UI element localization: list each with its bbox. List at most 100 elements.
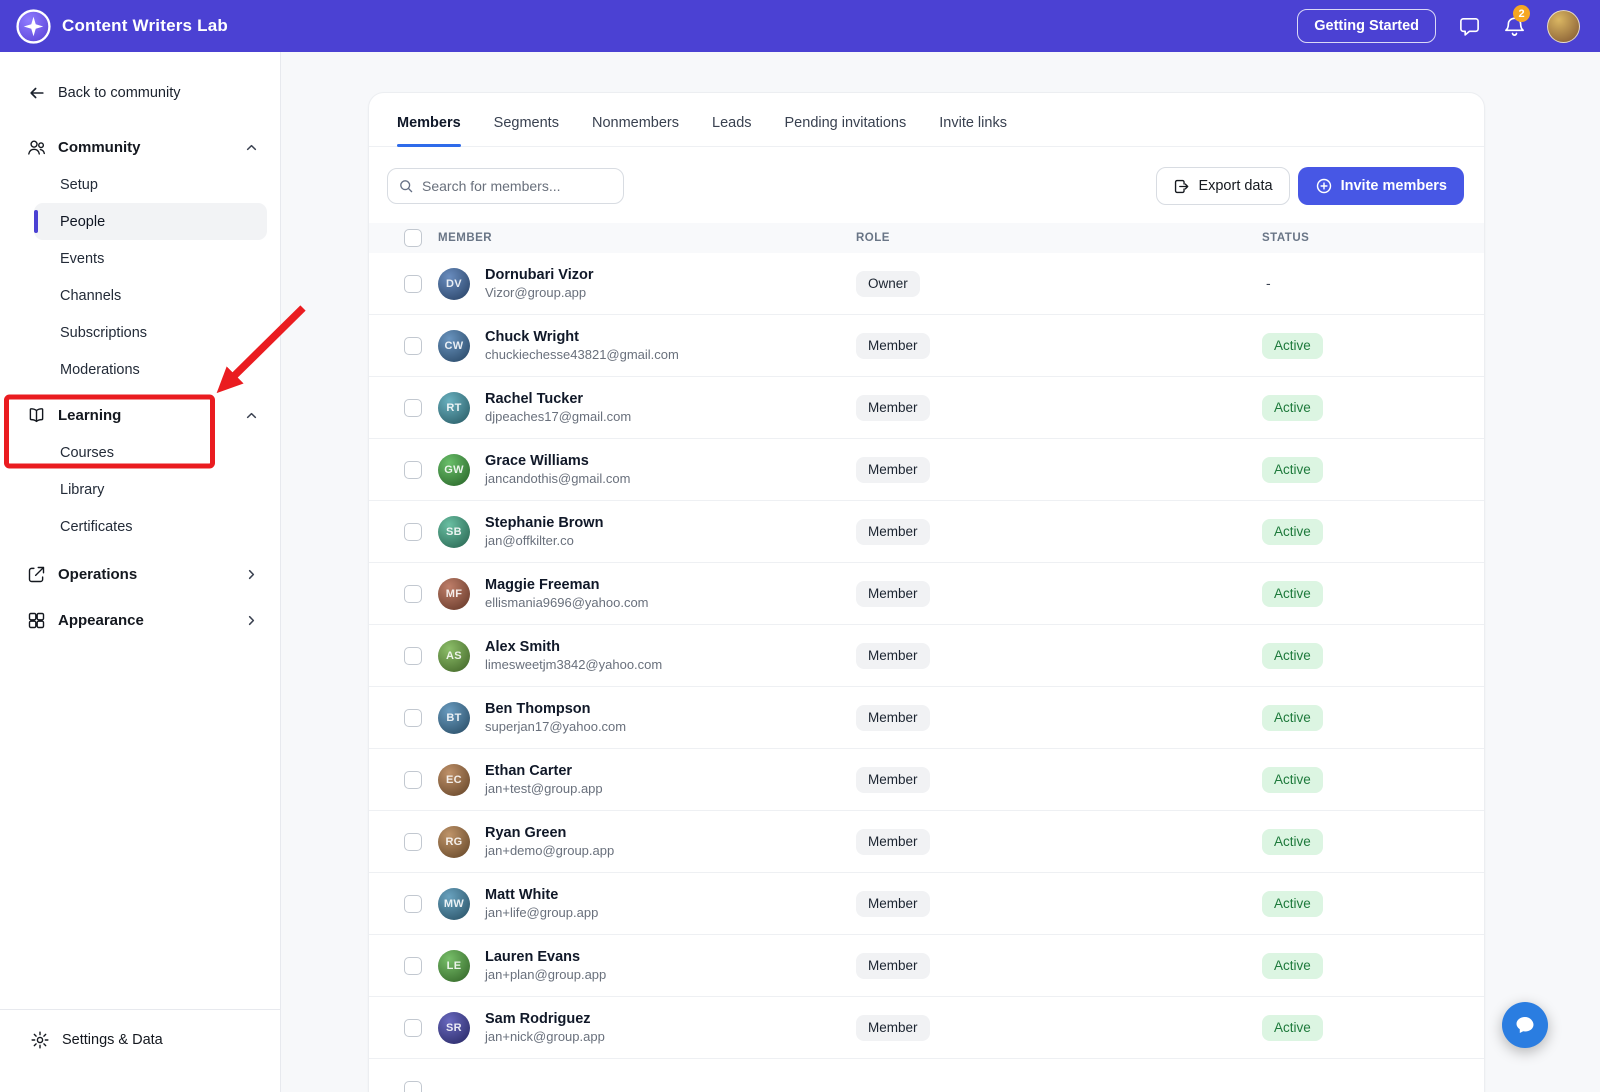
plus-circle-icon — [1315, 177, 1333, 195]
status-badge: Active — [1262, 457, 1323, 483]
toolbar-actions: Export data Invite members — [1156, 167, 1464, 205]
export-label: Export data — [1198, 178, 1272, 194]
tab-invite-links[interactable]: Invite links — [939, 115, 1007, 146]
row-checkbox[interactable] — [404, 585, 422, 603]
sidebar-item-channels[interactable]: Channels — [34, 277, 267, 314]
member-avatar: RT — [438, 392, 470, 424]
member-row: BT Ben Thompson superjan17@yahoo.com Mem… — [369, 687, 1484, 749]
sidebar-section-learning[interactable]: Learning — [0, 396, 280, 434]
member-row: EC Ethan Carter jan+test@group.app Membe… — [369, 749, 1484, 811]
sidebar-item-people[interactable]: People — [34, 203, 267, 240]
community-nav: Setup People Events Channels Subscriptio… — [0, 166, 280, 388]
search-input[interactable] — [387, 168, 624, 204]
export-data-button[interactable]: Export data — [1156, 167, 1289, 205]
getting-started-button[interactable]: Getting Started — [1297, 9, 1436, 43]
member-email: Vizor@group.app — [485, 285, 594, 300]
row-checkbox[interactable] — [404, 337, 422, 355]
tab-segments[interactable]: Segments — [494, 115, 559, 146]
member-name: Ethan Carter — [485, 763, 603, 779]
sidebar-item-subscriptions[interactable]: Subscriptions — [34, 314, 267, 351]
row-checkbox[interactable] — [404, 709, 422, 727]
member-avatar: RG — [438, 826, 470, 858]
member-avatar: LE — [438, 950, 470, 982]
status-badge: - — [1262, 275, 1271, 291]
user-avatar[interactable] — [1547, 10, 1580, 43]
topbar: Content Writers Lab Getting Started 2 — [0, 0, 1600, 52]
invite-members-button[interactable]: Invite members — [1298, 167, 1464, 205]
sidebar-section-community[interactable]: Community — [0, 128, 280, 166]
gear-icon — [30, 1030, 50, 1050]
select-all-checkbox[interactable] — [404, 229, 422, 247]
member-row: SR Sam Rodriguez jan+nick@group.app Memb… — [369, 997, 1484, 1059]
member-email: jan+demo@group.app — [485, 843, 614, 858]
status-badge: Active — [1262, 829, 1323, 855]
community-label: Community — [58, 139, 243, 156]
settings-and-data-link[interactable]: Settings & Data — [30, 1030, 280, 1050]
sidebar-section-appearance[interactable]: Appearance — [0, 599, 280, 641]
row-checkbox[interactable] — [404, 895, 422, 913]
sidebar-item-moderations[interactable]: Moderations — [34, 351, 267, 388]
row-checkbox[interactable] — [404, 957, 422, 975]
back-to-community-link[interactable]: Back to community — [28, 82, 264, 104]
appearance-label: Appearance — [58, 612, 243, 629]
row-checkbox[interactable] — [404, 771, 422, 789]
tab-pending-invitations[interactable]: Pending invitations — [785, 115, 907, 146]
back-label: Back to community — [58, 85, 181, 101]
member-name: Dornubari Vizor — [485, 267, 594, 283]
row-checkbox[interactable] — [404, 1019, 422, 1037]
app-logo-icon[interactable] — [16, 9, 51, 44]
member-email: limesweetjm3842@yahoo.com — [485, 657, 662, 672]
sidebar-item-library[interactable]: Library — [34, 471, 267, 508]
member-name: Stephanie Brown — [485, 515, 603, 531]
tab-members[interactable]: Members — [397, 115, 461, 146]
main-content: Members Segments Nonmembers Leads Pendin… — [281, 52, 1600, 1092]
tab-leads[interactable]: Leads — [712, 115, 752, 146]
row-checkbox[interactable] — [404, 399, 422, 417]
member-avatar: SB — [438, 516, 470, 548]
community-icon — [26, 137, 47, 158]
row-checkbox[interactable] — [404, 1081, 422, 1092]
member-avatar: MW — [438, 888, 470, 920]
appearance-icon — [26, 610, 47, 631]
member-avatar: BT — [438, 702, 470, 734]
role-badge: Member — [856, 767, 930, 793]
member-name: Matt White — [485, 887, 598, 903]
row-checkbox[interactable] — [404, 833, 422, 851]
row-checkbox[interactable] — [404, 275, 422, 293]
member-row: CW Chuck Wright chuckiechesse43821@gmail… — [369, 315, 1484, 377]
row-checkbox[interactable] — [404, 461, 422, 479]
sidebar: Back to community Community Setup People… — [0, 52, 281, 1092]
sidebar-section-operations[interactable]: Operations — [0, 553, 280, 595]
notifications-bell-icon[interactable]: 2 — [1502, 14, 1526, 38]
member-name: Sam Rodriguez — [485, 1011, 605, 1027]
sidebar-item-events[interactable]: Events — [34, 240, 267, 277]
member-email: djpeaches17@gmail.com — [485, 409, 631, 424]
chevron-up-icon — [243, 407, 260, 424]
member-row: GW Grace Williams jancandothis@gmail.com… — [369, 439, 1484, 501]
status-badge: Active — [1262, 1015, 1323, 1041]
member-search — [387, 168, 624, 204]
row-checkbox[interactable] — [404, 647, 422, 665]
status-badge: Active — [1262, 767, 1323, 793]
member-email: jan+nick@group.app — [485, 1029, 605, 1044]
learning-icon — [26, 405, 47, 426]
status-badge: Active — [1262, 333, 1323, 359]
member-avatar: GW — [438, 454, 470, 486]
role-badge: Owner — [856, 271, 920, 297]
member-email: jan+test@group.app — [485, 781, 603, 796]
chat-launcher-button[interactable] — [1502, 1002, 1548, 1048]
member-row: MW Matt White jan+life@group.app Member … — [369, 873, 1484, 935]
member-row: RT Rachel Tucker djpeaches17@gmail.com M… — [369, 377, 1484, 439]
sidebar-item-courses[interactable]: Courses — [34, 434, 267, 471]
messages-icon[interactable] — [1457, 14, 1481, 38]
sidebar-item-setup[interactable]: Setup — [34, 166, 267, 203]
member-row: AS Alex Smith limesweetjm3842@yahoo.com … — [369, 625, 1484, 687]
member-row: MF Maggie Freeman ellismania9696@yahoo.c… — [369, 563, 1484, 625]
tab-nonmembers[interactable]: Nonmembers — [592, 115, 679, 146]
sidebar-item-certificates[interactable]: Certificates — [34, 508, 267, 545]
member-row: DV Dornubari Vizor Vizor@group.app Owner… — [369, 253, 1484, 315]
status-column-header: STATUS — [1262, 232, 1460, 244]
member-avatar: MF — [438, 578, 470, 610]
row-checkbox[interactable] — [404, 523, 422, 541]
members-tabs: Members Segments Nonmembers Leads Pendin… — [369, 93, 1484, 147]
